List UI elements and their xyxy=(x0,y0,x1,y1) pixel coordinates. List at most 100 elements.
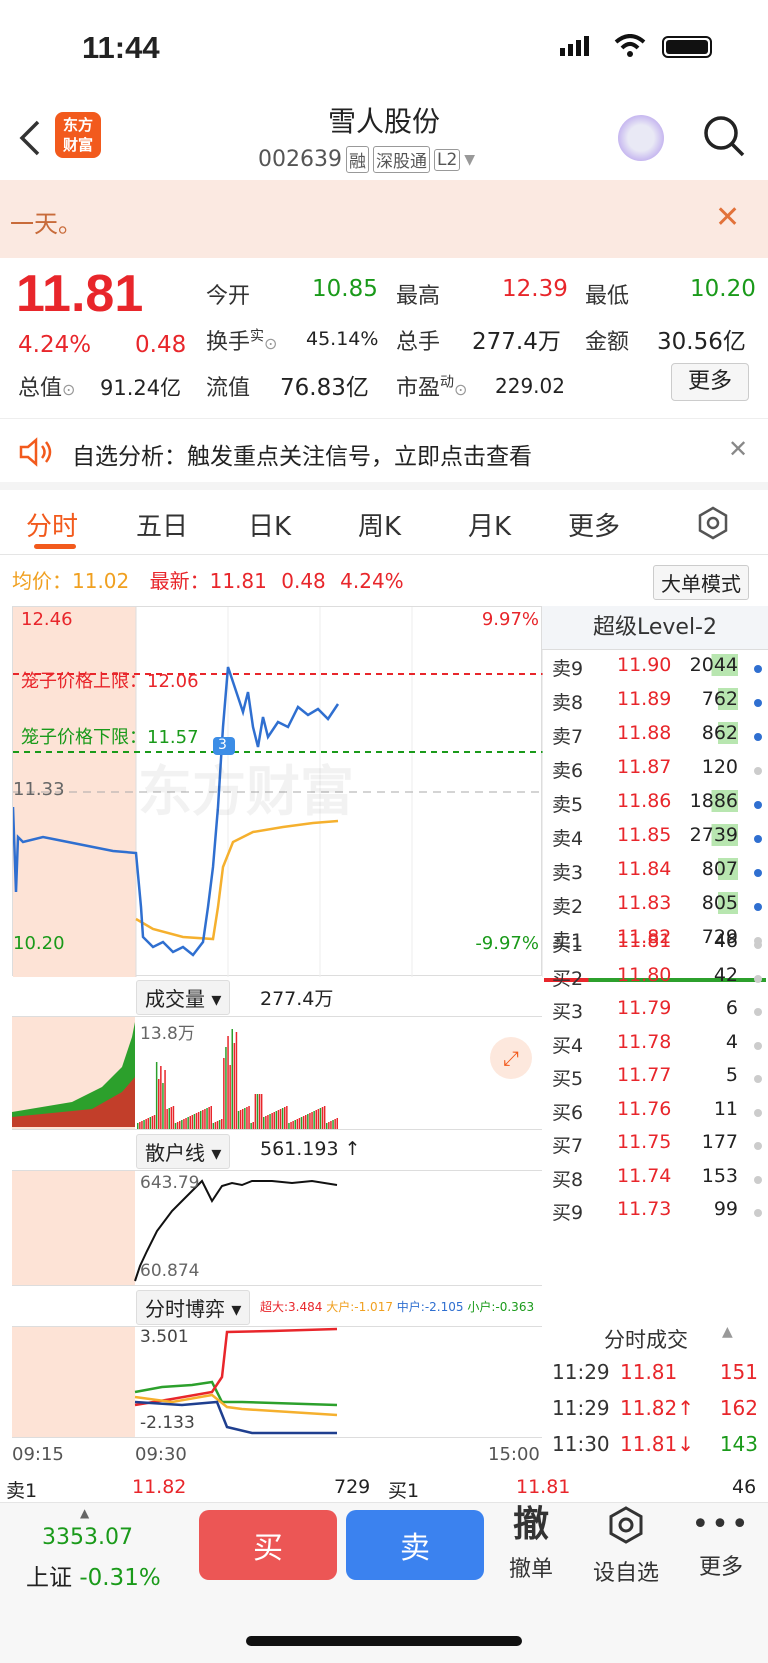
volume-bar xyxy=(158,1079,160,1129)
volume-bar xyxy=(244,1108,246,1129)
volume-bar xyxy=(284,1107,286,1129)
sell-button[interactable]: 卖 xyxy=(346,1510,484,1580)
ask-row[interactable]: 卖4 11.85 2739 xyxy=(542,824,768,859)
last-pct: 4.24% xyxy=(340,569,404,593)
tick-price: 11.81 xyxy=(620,1360,678,1384)
bid-row[interactable]: 买9 11.73 99 xyxy=(542,1198,768,1233)
intraday-info: 均价：11.02 最新：11.81 0.48 4.24% xyxy=(12,565,404,594)
expand-icon[interactable]: ⤢ xyxy=(490,1037,532,1079)
axis-max: 12.46 xyxy=(21,609,73,630)
ask-label: 卖6 xyxy=(552,760,584,782)
promo-banner[interactable]: 一天。 ✕ xyxy=(0,180,768,258)
ask-row[interactable]: 卖3 11.84 807 xyxy=(542,858,768,893)
add-watchlist-button[interactable]: 设自选 xyxy=(586,1505,666,1587)
bid-label: 买1 xyxy=(552,934,584,956)
volume-label: 总手 xyxy=(396,330,441,355)
ask-row[interactable]: 卖2 11.83 805 xyxy=(542,892,768,927)
volume-bar xyxy=(189,1116,191,1129)
time-start: 09:15 xyxy=(12,1444,64,1465)
tick-panel[interactable]: 分时成交 ▲ 11:29 11.81 151 11:29 11.82↑ 162 11:30 1… xyxy=(542,1320,768,1470)
ask-label: 卖7 xyxy=(552,726,584,748)
high-value: 12.39 xyxy=(502,276,568,302)
more-button[interactable]: 更多 xyxy=(671,363,749,401)
tick-price: 11.82↑ xyxy=(620,1396,695,1420)
robot-avatar-icon[interactable] xyxy=(618,115,664,161)
close-icon[interactable]: ✕ xyxy=(715,200,740,235)
gear-icon[interactable] xyxy=(696,506,730,540)
notice-bar[interactable]: 自选分析：触发重点关注信号，立即点击查看 ✕ xyxy=(0,418,768,490)
volume-bar xyxy=(330,1121,332,1129)
volume-bar xyxy=(191,1115,194,1129)
indicator-dot-icon xyxy=(754,1108,762,1117)
volume-chart[interactable]: 13.8万 ⤢ xyxy=(12,1016,542,1130)
index-value[interactable]: 3353.07 xyxy=(42,1525,133,1550)
ask-price: 11.88 xyxy=(617,722,672,744)
volume-bar xyxy=(174,1123,177,1129)
notice-close-icon[interactable]: ✕ xyxy=(728,435,748,463)
level2-title[interactable]: 超级Level-2 xyxy=(542,606,768,650)
volume-bar xyxy=(305,1115,307,1129)
more-menu-button[interactable]: ••• 更多 xyxy=(681,1505,761,1581)
volume-bar xyxy=(307,1114,309,1129)
ask-row[interactable]: 卖6 11.87 120 xyxy=(542,756,768,791)
tab-intraday[interactable]: 分时 xyxy=(26,506,78,543)
ask-row[interactable]: 卖5 11.86 1886 xyxy=(542,790,768,825)
ask-row[interactable]: 卖8 11.89 762 xyxy=(542,688,768,723)
tab-day-k[interactable]: 日K xyxy=(248,506,291,543)
stock-code-row[interactable]: 002639 融 深股通 L2 ▼ xyxy=(258,146,475,173)
bid-volume: 99 xyxy=(713,1198,738,1220)
volume-bar xyxy=(216,1121,219,1129)
indicator-dot-icon xyxy=(754,1041,762,1050)
volume-bar xyxy=(332,1120,334,1129)
volume-bar xyxy=(302,1116,305,1129)
tab-five-day[interactable]: 五日 xyxy=(136,506,188,543)
bid-row[interactable]: 买8 11.74 153 xyxy=(542,1165,768,1200)
retail-chart[interactable]: 643.79 60.874 xyxy=(12,1170,542,1286)
tab-week-k[interactable]: 周K xyxy=(358,506,401,543)
intraday-chart[interactable]: 12.46 11.33 10.20 9.97% -9.97% 笼子价格上限：12… xyxy=(12,606,543,977)
bid-row[interactable]: 买2 11.80 42 xyxy=(542,964,768,999)
bid-row[interactable]: 买7 11.75 177 xyxy=(542,1131,768,1166)
game-chart[interactable]: 3.501 -2.133 xyxy=(12,1326,542,1438)
tab-more[interactable]: 更多 xyxy=(568,506,620,543)
event-marker[interactable]: 3 xyxy=(218,737,227,753)
ask-volume: 762 xyxy=(701,688,738,710)
bid-row[interactable]: 买3 11.79 6 xyxy=(542,997,768,1032)
index-row[interactable]: 上证 -0.31% xyxy=(26,1558,161,1592)
volume-bar xyxy=(204,1109,206,1129)
volume-bar xyxy=(242,1109,244,1129)
large-order-mode-button[interactable]: 大单模式 xyxy=(653,565,749,600)
collapse-icon[interactable]: ▲ xyxy=(722,1324,733,1340)
bid-row[interactable]: 买4 11.78 4 xyxy=(542,1031,768,1066)
retail-max: 643.79 xyxy=(140,1173,200,1193)
volume-bar xyxy=(239,1110,242,1129)
tick-volume: 162 xyxy=(719,1396,758,1420)
tag-margin: 融 xyxy=(345,146,369,173)
indicator-dot-icon xyxy=(754,974,762,983)
retail-select[interactable]: 散户线 ▾ xyxy=(136,1134,231,1169)
tab-month-k[interactable]: 月K xyxy=(468,506,511,543)
indicator-dot-icon xyxy=(754,835,762,843)
volume-bar xyxy=(296,1119,299,1129)
bid-price: 11.74 xyxy=(617,1164,672,1187)
indicator-dot-icon xyxy=(754,941,762,949)
volume-bar xyxy=(256,1094,259,1129)
ask-row[interactable]: 卖7 11.88 862 xyxy=(542,722,768,757)
bid-row[interactable]: 买6 11.76 11 xyxy=(542,1098,768,1133)
volume-bar xyxy=(252,1122,254,1129)
volume-bar xyxy=(269,1114,271,1129)
lower-limit-label: 笼子价格下限：11.57 xyxy=(21,727,199,748)
bid-row[interactable]: 买1 11.81 46 xyxy=(542,930,768,965)
ask-row[interactable]: 卖9 11.90 2044 xyxy=(542,654,768,689)
cancel-order-button[interactable]: 撤 撤单 xyxy=(491,1505,571,1583)
pe-label: 市盈动⊙ xyxy=(396,374,468,401)
search-icon[interactable] xyxy=(702,114,746,158)
buy-button[interactable]: 买 xyxy=(199,1510,337,1580)
volume-bar xyxy=(141,1121,143,1129)
volume-bar xyxy=(313,1111,315,1129)
bid-row[interactable]: 买5 11.77 5 xyxy=(542,1064,768,1099)
game-select[interactable]: 分时博弈 ▾ xyxy=(136,1290,251,1325)
tag-connect: 深股通 xyxy=(372,146,430,173)
volume-select[interactable]: 成交量 ▾ xyxy=(136,980,231,1015)
indicator-dot-icon xyxy=(754,1209,762,1217)
